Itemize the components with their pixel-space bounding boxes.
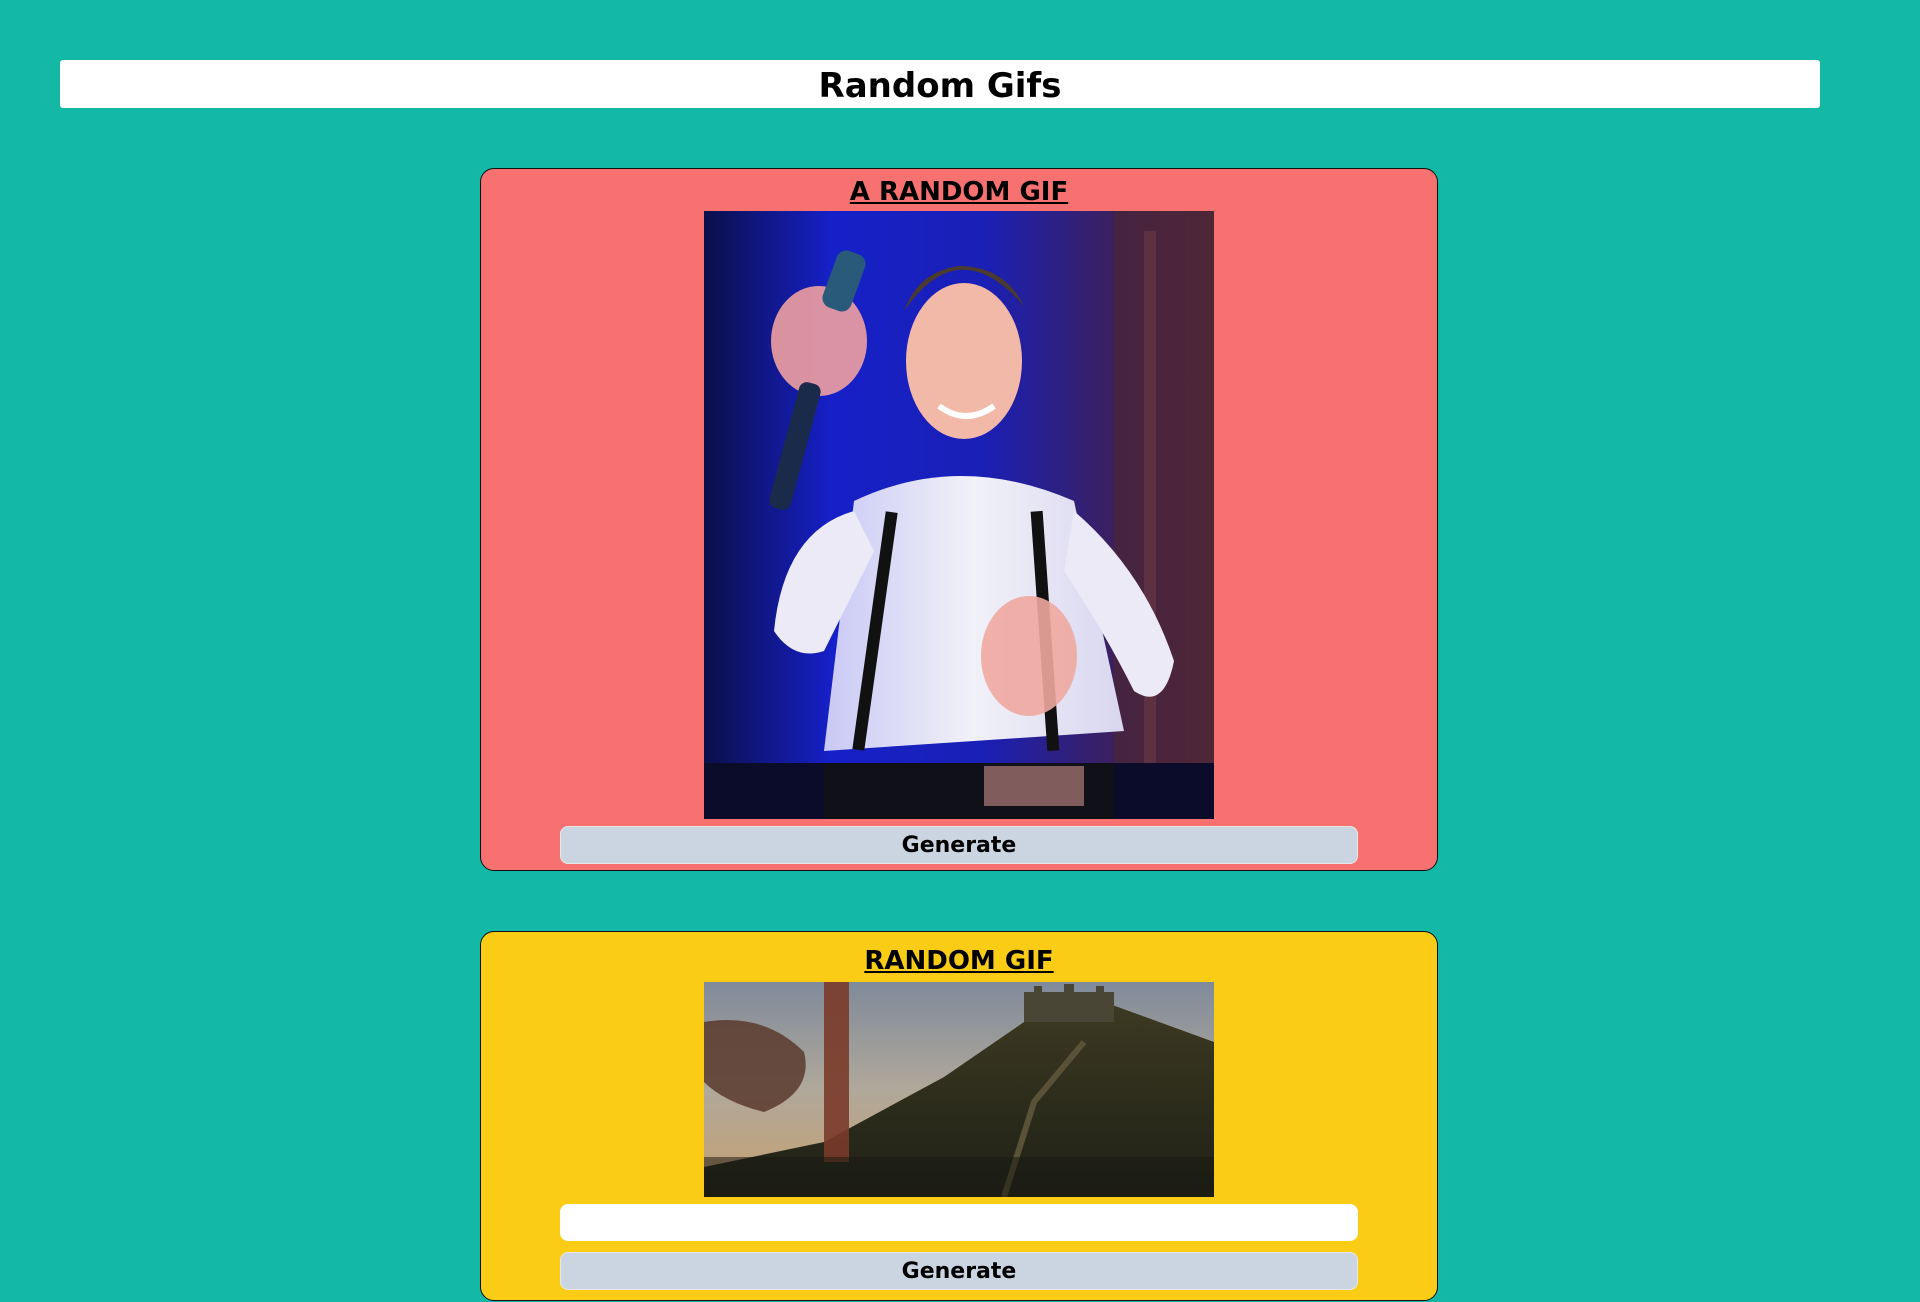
page: Random Gifs A RANDOM GIF Generate RANDOM… (0, 0, 1920, 1302)
random-gif-image (704, 211, 1214, 819)
tag-generate-button[interactable]: Generate (560, 1252, 1358, 1290)
app-header: Random Gifs (60, 60, 1820, 108)
tag-gif-card-title: RANDOM GIF (864, 946, 1054, 976)
tag-gif-card: RANDOM GIF Generate (480, 931, 1438, 1301)
page-title: Random Gifs (818, 66, 1062, 106)
random-gif-card: A RANDOM GIF Generate (480, 168, 1438, 871)
tag-input[interactable] (560, 1204, 1358, 1241)
tag-gif-image (704, 982, 1214, 1197)
random-generate-button[interactable]: Generate (560, 826, 1358, 864)
random-gif-card-title: A RANDOM GIF (849, 177, 1069, 207)
